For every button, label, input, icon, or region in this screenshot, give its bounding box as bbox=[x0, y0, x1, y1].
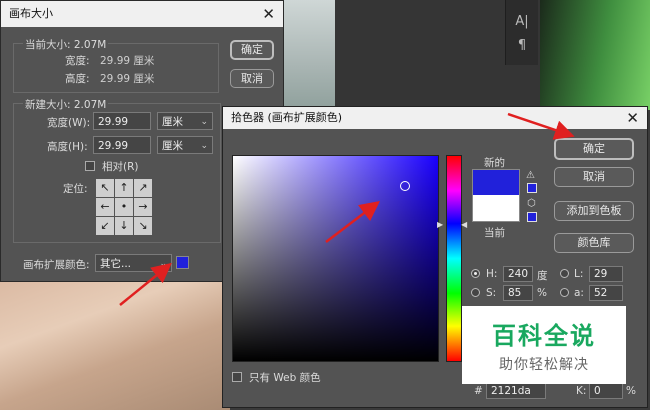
l-label: L: bbox=[574, 268, 584, 280]
canvas-size-titlebar: 画布大小 ✕ bbox=[1, 1, 283, 27]
k-unit: % bbox=[626, 385, 636, 397]
anchor-left[interactable]: ← bbox=[96, 198, 114, 216]
color-selector-marker[interactable] bbox=[400, 181, 410, 191]
color-libraries-button[interactable]: 颜色库 bbox=[554, 233, 634, 253]
a-label: a: bbox=[574, 287, 584, 299]
cancel-button[interactable]: 取消 bbox=[230, 69, 274, 88]
height-label: 高度(H): bbox=[47, 141, 88, 153]
anchor-bottom-left[interactable]: ↙ bbox=[96, 217, 114, 235]
background-photo bbox=[0, 270, 230, 410]
s-input[interactable]: 85 bbox=[503, 285, 533, 301]
s-radio[interactable] bbox=[471, 288, 480, 297]
watermark-title: 百科全说 bbox=[492, 322, 596, 350]
extension-color-label: 画布扩展颜色: bbox=[23, 259, 90, 271]
height-unit-select[interactable]: 厘米 ⌄ bbox=[157, 136, 213, 154]
width-label: 宽度(W): bbox=[47, 117, 91, 129]
extension-color-swatch[interactable] bbox=[176, 256, 189, 269]
paragraph-panel-icon[interactable]: ¶ bbox=[506, 38, 538, 53]
color-picker-titlebar: 拾色器 (画布扩展颜色) ✕ bbox=[223, 107, 647, 129]
height-unit-value: 厘米 bbox=[162, 140, 183, 152]
relative-label: 相对(R) bbox=[102, 161, 139, 173]
current-size-label: 当前大小: 2.07M bbox=[23, 37, 109, 52]
anchor-bottom[interactable]: ↓ bbox=[115, 217, 133, 235]
h-unit: 度 bbox=[537, 270, 548, 282]
anchor-top-right[interactable]: ↗ bbox=[134, 179, 152, 197]
web-safe-color-square[interactable] bbox=[527, 212, 537, 222]
a-input[interactable]: 52 bbox=[589, 285, 623, 301]
h-radio[interactable] bbox=[471, 269, 480, 278]
chevron-down-icon: ⌄ bbox=[200, 117, 208, 127]
chevron-down-icon: ⌄ bbox=[159, 259, 167, 269]
anchor-label: 定位: bbox=[63, 183, 88, 195]
tool-panel: A| ¶ bbox=[505, 0, 538, 65]
web-only-label: 只有 Web 颜色 bbox=[249, 372, 321, 384]
picker-ok-button[interactable]: 确定 bbox=[554, 138, 634, 160]
current-height-label: 高度: bbox=[65, 73, 90, 85]
relative-checkbox[interactable] bbox=[85, 161, 95, 171]
width-unit-select[interactable]: 厘米 ⌄ bbox=[157, 112, 213, 130]
width-unit-value: 厘米 bbox=[162, 116, 183, 128]
current-color-swatch[interactable] bbox=[472, 195, 520, 222]
gamut-color-square[interactable] bbox=[527, 183, 537, 193]
new-size-label: 新建大小: 2.07M bbox=[23, 97, 109, 112]
color-picker-title: 拾色器 (画布扩展颜色) bbox=[231, 111, 343, 124]
canvas-size-title: 画布大小 bbox=[9, 7, 53, 20]
background-green-image bbox=[540, 0, 650, 110]
k-label: K: bbox=[576, 385, 587, 397]
h-input[interactable]: 240 bbox=[503, 266, 533, 282]
gamut-warning-icon[interactable]: ⚠ bbox=[526, 170, 535, 181]
hue-slider-handle-left[interactable]: ▶ bbox=[437, 220, 443, 229]
watermark: 百科全说 助你轻松解决 bbox=[462, 306, 626, 384]
a-radio[interactable] bbox=[560, 288, 569, 297]
close-icon[interactable]: ✕ bbox=[262, 1, 275, 27]
s-label: S: bbox=[486, 287, 497, 299]
width-input[interactable]: 29.99 bbox=[93, 112, 151, 130]
current-width-label: 宽度: bbox=[65, 55, 90, 67]
s-unit: % bbox=[537, 287, 547, 299]
l-input[interactable]: 29 bbox=[589, 266, 623, 282]
ok-button[interactable]: 确定 bbox=[230, 40, 274, 60]
l-radio[interactable] bbox=[560, 269, 569, 278]
extension-color-value: 其它... bbox=[100, 258, 132, 270]
anchor-right[interactable]: → bbox=[134, 198, 152, 216]
k-input[interactable]: 0 bbox=[589, 383, 623, 399]
height-input[interactable]: 29.99 bbox=[93, 136, 151, 154]
hue-slider[interactable] bbox=[446, 155, 462, 362]
watermark-subtitle: 助你轻松解决 bbox=[499, 357, 589, 373]
picker-cancel-button[interactable]: 取消 bbox=[554, 167, 634, 187]
chevron-down-icon: ⌄ bbox=[200, 141, 208, 151]
hue-slider-handle-right[interactable]: ◀ bbox=[461, 220, 467, 229]
character-panel-icon[interactable]: A| bbox=[506, 14, 538, 29]
new-color-swatch bbox=[472, 169, 520, 196]
close-icon[interactable]: ✕ bbox=[626, 107, 639, 129]
current-width-value: 29.99 厘米 bbox=[100, 55, 155, 67]
add-to-swatches-button[interactable]: 添加到色板 bbox=[554, 201, 634, 221]
anchor-top[interactable]: ↑ bbox=[115, 179, 133, 197]
anchor-bottom-right[interactable]: ↘ bbox=[134, 217, 152, 235]
new-color-label: 新的 bbox=[484, 157, 505, 169]
web-safe-cube-icon[interactable]: ⬡ bbox=[527, 198, 536, 209]
h-label: H: bbox=[486, 268, 498, 280]
hex-label: # bbox=[474, 385, 483, 397]
extension-color-select[interactable]: 其它... ⌄ bbox=[95, 254, 172, 272]
web-only-checkbox[interactable] bbox=[232, 372, 242, 382]
background-photo-strip bbox=[280, 0, 335, 110]
current-color-label: 当前 bbox=[484, 227, 505, 239]
current-height-value: 29.99 厘米 bbox=[100, 73, 155, 85]
anchor-center[interactable]: • bbox=[115, 198, 133, 216]
hex-input[interactable]: 2121da bbox=[486, 383, 546, 399]
anchor-top-left[interactable]: ↖ bbox=[96, 179, 114, 197]
saturation-brightness-field[interactable] bbox=[232, 155, 439, 362]
anchor-grid: ↖ ↑ ↗ ← • → ↙ ↓ ↘ bbox=[96, 179, 152, 235]
